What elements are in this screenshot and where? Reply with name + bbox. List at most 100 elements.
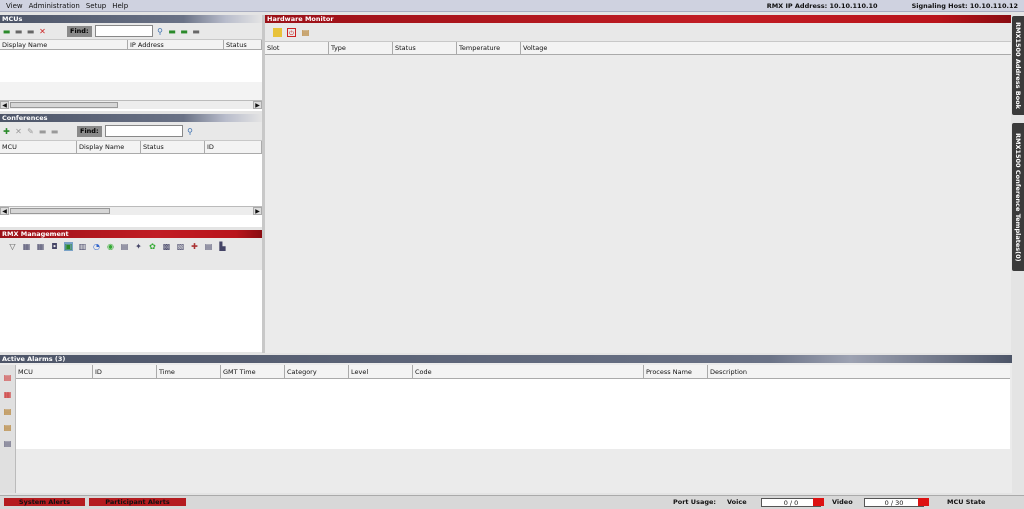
alarm-export-icon[interactable]: ▤ [3,423,12,432]
column-type[interactable]: Type [329,42,393,54]
active-alarms-header: Active Alarms (3) [0,355,1012,363]
scroll-left-icon[interactable]: ◀ [0,101,9,109]
alarm-details-icon[interactable]: ▤ [3,373,12,382]
address-book-tab[interactable]: RMX1500 Address Book [1012,16,1024,115]
recording-icon[interactable]: ✿ [148,242,157,251]
search-icon[interactable]: ⚲ [186,127,195,136]
filter-icon[interactable]: ▽ [8,242,17,251]
settings-icon[interactable]: ✦ [134,242,143,251]
delete-mcu-icon[interactable]: ✕ [38,27,47,36]
diagnostics-icon[interactable]: ▤ [301,28,310,37]
properties-icon[interactable] [273,27,282,37]
scroll-right-icon[interactable]: ▶ [253,101,262,109]
column-id[interactable]: ID [93,365,157,378]
hardware-list[interactable] [265,55,1011,352]
next-icon[interactable]: ▬ [168,27,177,36]
conference-templates-tab[interactable]: RMX1500 Conference Templates(0) [1012,123,1024,271]
column-description[interactable]: Description [708,365,1010,378]
list-icon[interactable]: ▤ [204,242,213,251]
column-mcu[interactable]: MCU [0,141,77,153]
notes-icon[interactable]: ▧ [176,242,185,251]
previous-icon[interactable]: ▬ [180,27,189,36]
alarms-list[interactable] [16,379,1010,449]
voice-port-value: 0 / 0 [761,498,821,507]
column-category[interactable]: Category [285,365,349,378]
conferences-find-input[interactable] [104,125,183,137]
participant-alerts-button[interactable]: Participant Alerts [89,498,186,506]
menu-setup[interactable]: Setup [83,0,109,12]
conferences-toolbar: ✚ ✕ ✎ ▬ ▬ Find: ⚲ [0,122,262,141]
column-id[interactable]: ID [205,141,262,153]
conferences-scrollbar[interactable]: ◀ ▶ [0,206,262,215]
lock-icon[interactable]: ▬ [38,127,47,136]
menu-administration[interactable]: Administration [26,0,83,12]
delete-conference-icon[interactable]: ✕ [14,127,23,136]
entry-queue-icon[interactable]: ▙ [218,242,227,251]
video-indicator [918,498,929,506]
column-voltage[interactable]: Voltage [521,42,1011,54]
scroll-thumb[interactable] [10,208,110,214]
conferences-column-header: MCU Display Name Status ID [0,141,262,154]
column-slot[interactable]: Slot [265,42,329,54]
column-time[interactable]: Time [157,365,221,378]
signaling-icon[interactable]: ◉ [106,242,115,251]
mcus-find-input[interactable] [94,25,153,37]
conference-profile-icon[interactable]: ▩ [162,242,171,251]
port-usage-label: Port Usage: [673,498,716,506]
alarms-column-header: MCU ID Time GMT Time Category Level Code… [16,365,1010,379]
column-ip-address[interactable]: IP Address [128,40,224,49]
mcus-toolbar: ▬ ▬ ▬ ✕ Find: ⚲ ▬ ▬ ▬ [0,23,262,40]
mcus-column-header: Display Name IP Address Status [0,40,262,50]
column-level[interactable]: Level [349,365,413,378]
alarm-table-icon[interactable]: ▦ [3,390,12,399]
mcus-scrollbar[interactable]: ◀ ▶ [0,100,262,109]
column-status[interactable]: Status [141,141,205,153]
column-code[interactable]: Code [413,365,644,378]
rmx-ip-address: RMX IP Address: 10.10.110.10 [766,1,878,10]
add-mcu-icon[interactable]: ▬ [2,27,11,36]
resource-icon[interactable]: ▥ [78,242,87,251]
alarm-print-icon[interactable]: ▤ [3,439,12,448]
column-status[interactable]: Status [393,42,457,54]
column-display-name[interactable]: Display Name [77,141,141,153]
menu-help[interactable]: Help [109,0,131,12]
alarms-side-toolbar: ▤ ▦ ▤ ▤ ▤ [0,365,16,493]
time-icon[interactable]: ◔ [92,242,101,251]
conferences-list[interactable] [0,154,262,206]
scroll-right-icon[interactable]: ▶ [253,207,262,215]
mcus-list[interactable] [0,50,262,82]
column-mcu[interactable]: MCU [16,365,93,378]
scroll-thumb[interactable] [10,102,118,108]
connect-mcu-icon[interactable]: ▬ [26,27,35,36]
media-icon[interactable]: ◘ [50,242,59,251]
system-alerts-button[interactable]: System Alerts [4,498,85,506]
hardware-column-header: Slot Type Status Temperature Voltage [265,42,1011,55]
menu-view[interactable]: View [0,0,26,12]
column-display-name[interactable]: Display Name [0,40,128,49]
clear-icon[interactable]: ▬ [192,27,201,36]
unlock-icon[interactable]: ▬ [50,127,59,136]
column-gmt-time[interactable]: GMT Time [221,365,285,378]
ip-network-icon[interactable]: ▦ [36,242,45,251]
reset-icon[interactable]: ⏻ [287,27,296,37]
signaling-host: Signaling Host: 10.10.110.12 [911,1,1018,10]
tools-icon[interactable]: ✎ [26,127,35,136]
mcus-header: MCUs [0,15,262,23]
mcus-panel: MCUs ▬ ▬ ▬ ✕ Find: ⚲ ▬ ▬ ▬ Display Name … [0,15,262,111]
hardware-monitor-icon[interactable]: ▣ [64,242,73,251]
alarm-notes-icon[interactable]: ▤ [3,407,12,416]
status-bar: System Alerts Participant Alerts Port Us… [0,495,1024,509]
conferences-header: Conferences [0,114,262,122]
search-icon[interactable]: ⚲ [156,27,165,36]
rmx-management-toolbar: ▽ ▦ ▦ ◘ ▣ ▥ ◔ ◉ ▤ ✦ ✿ ▩ ▧ ✚ ▤ ▙ [0,238,262,270]
users-icon[interactable]: ▤ [120,242,129,251]
column-status[interactable]: Status [224,40,262,49]
network-icon[interactable]: ▦ [22,242,31,251]
column-process-name[interactable]: Process Name [644,365,708,378]
add-conference-icon[interactable]: ✚ [2,127,11,136]
column-temperature[interactable]: Temperature [457,42,521,54]
hardware-monitor-header: Hardware Monitor [265,15,1011,23]
edit-mcu-icon[interactable]: ▬ [14,27,23,36]
ivr-icon[interactable]: ✚ [190,242,199,251]
scroll-left-icon[interactable]: ◀ [0,207,9,215]
